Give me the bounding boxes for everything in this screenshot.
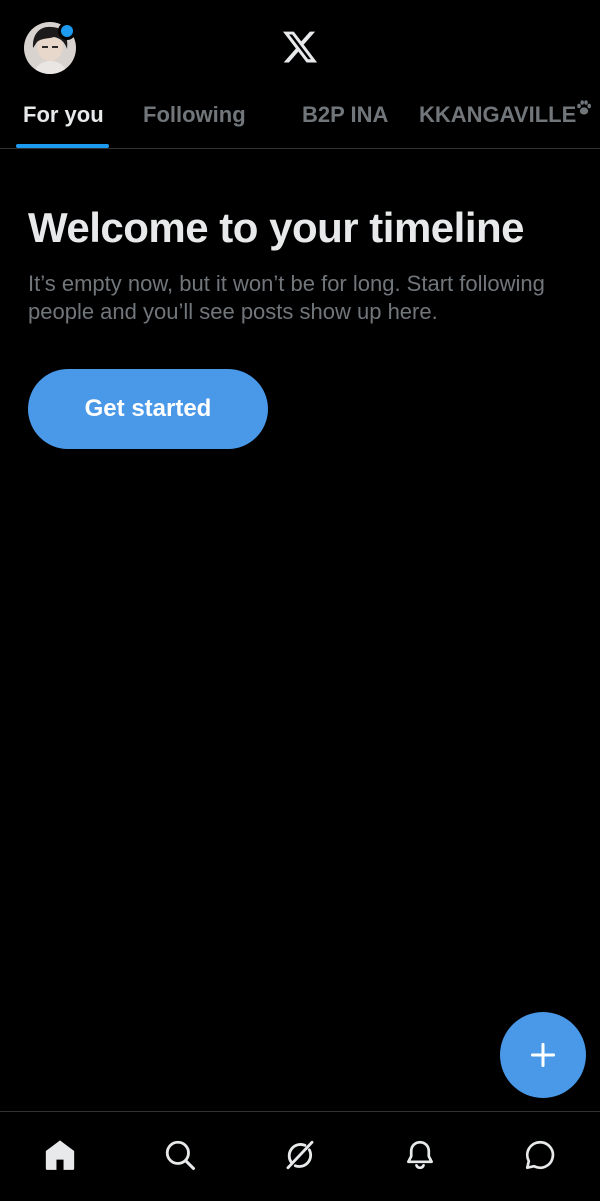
tab-b2p-ina[interactable]: B2P INA — [302, 88, 388, 148]
paw-icon — [577, 100, 592, 115]
tab-for-you[interactable]: For you — [23, 88, 104, 148]
plus-icon — [531, 1043, 555, 1067]
tab-label: Following — [143, 102, 246, 127]
bottom-navigation — [0, 1111, 600, 1201]
welcome-description: It’s empty now, but it won’t be for long… — [28, 271, 545, 324]
x-logo-icon — [282, 31, 318, 63]
messages-icon — [525, 1140, 555, 1170]
nav-search[interactable] — [155, 1130, 205, 1180]
tab-kkangaville[interactable]: KKANGAVILLE — [419, 88, 592, 148]
get-started-button[interactable]: Get started — [28, 369, 268, 449]
welcome-title: Welcome to your timeline — [28, 204, 525, 251]
active-tab-indicator — [16, 144, 109, 148]
grok-icon — [286, 1140, 314, 1170]
nav-grok[interactable] — [275, 1130, 325, 1180]
tab-following[interactable]: Following — [143, 88, 246, 148]
profile-avatar-button[interactable] — [24, 22, 76, 74]
tab-label: For you — [23, 102, 104, 127]
notification-dot — [58, 22, 76, 40]
search-icon — [165, 1140, 196, 1171]
timeline-tabs: For you Following B2P INA KKANGAVILLE — [0, 88, 600, 149]
bell-icon — [407, 1140, 433, 1170]
tab-label: KKANGAVILLE — [419, 102, 577, 127]
nav-home[interactable] — [35, 1130, 85, 1180]
home-icon — [45, 1140, 75, 1170]
nav-messages[interactable] — [515, 1130, 565, 1180]
compose-post-button[interactable] — [500, 1012, 586, 1098]
tab-label: B2P INA — [302, 102, 389, 127]
nav-notifications[interactable] — [395, 1130, 445, 1180]
